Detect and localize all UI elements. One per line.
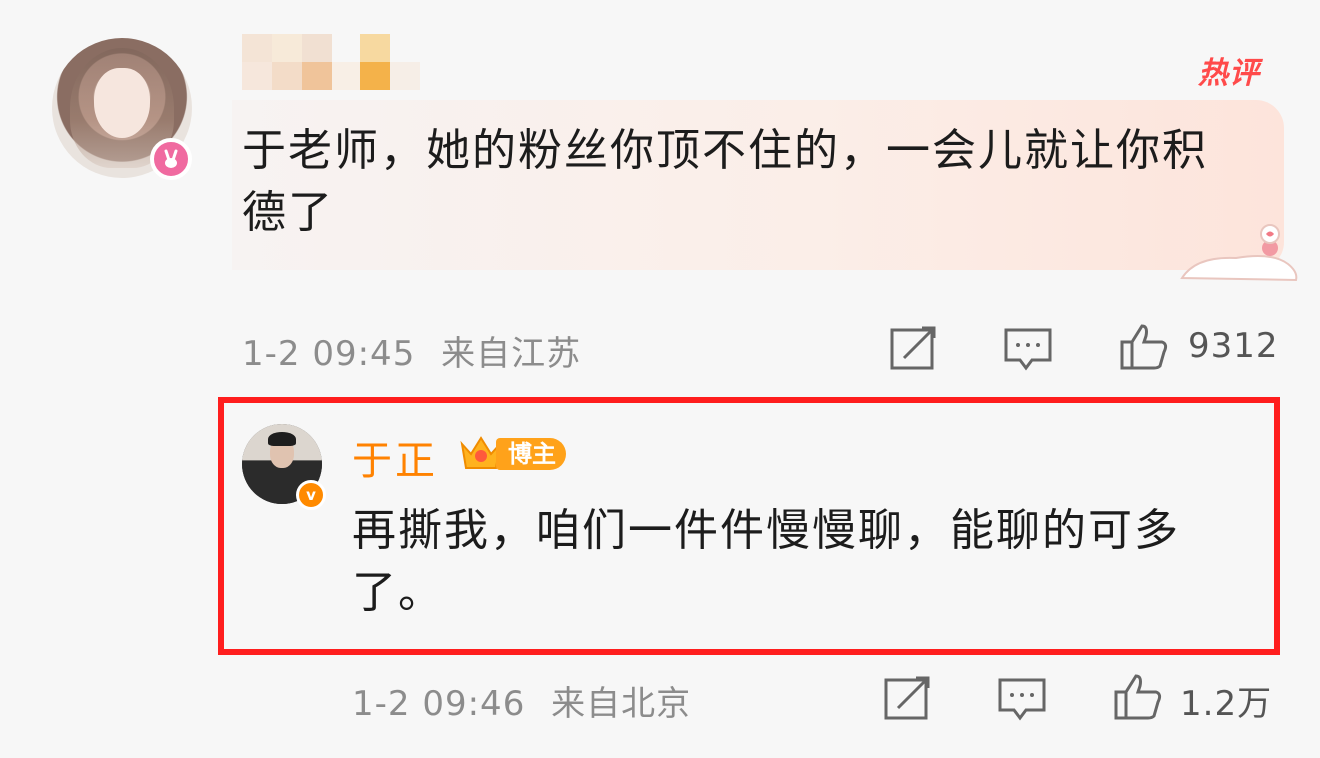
verified-badge-icon: v	[296, 480, 326, 510]
share-icon[interactable]	[888, 324, 940, 372]
comment-time: 1-2 09:45	[242, 334, 416, 374]
hot-comment-label: 热评	[1198, 56, 1260, 91]
reply-time: 1-2 09:46	[352, 684, 526, 724]
blogger-label: 博主	[496, 438, 566, 470]
comment-icon[interactable]	[996, 676, 1048, 724]
reply-text: 再撕我，咱们一件件慢慢聊，能聊的可多了。	[352, 505, 1180, 618]
like-icon[interactable]	[1118, 322, 1170, 370]
author-name[interactable]: 于正	[352, 428, 438, 486]
like-count: 1.2万	[1180, 684, 1273, 724]
like-icon[interactable]	[1112, 672, 1164, 720]
comment-text: 于老师，她的粉丝你顶不住的，一会儿就让你积德了	[242, 125, 1208, 238]
reply-location: 来自北京	[551, 684, 692, 724]
like-count: 9312	[1188, 326, 1279, 366]
commenter-name-blurred[interactable]	[242, 34, 420, 90]
share-icon[interactable]	[882, 674, 934, 722]
comment-icon[interactable]	[1002, 326, 1054, 374]
member-badge-icon	[150, 138, 192, 180]
comment-meta: 1-2 09:45 来自江苏	[242, 326, 581, 375]
reply-meta: 1-2 09:46 来自北京	[352, 676, 691, 725]
sleeping-cat-icon	[1180, 224, 1298, 282]
comment-location: 来自江苏	[441, 334, 582, 374]
